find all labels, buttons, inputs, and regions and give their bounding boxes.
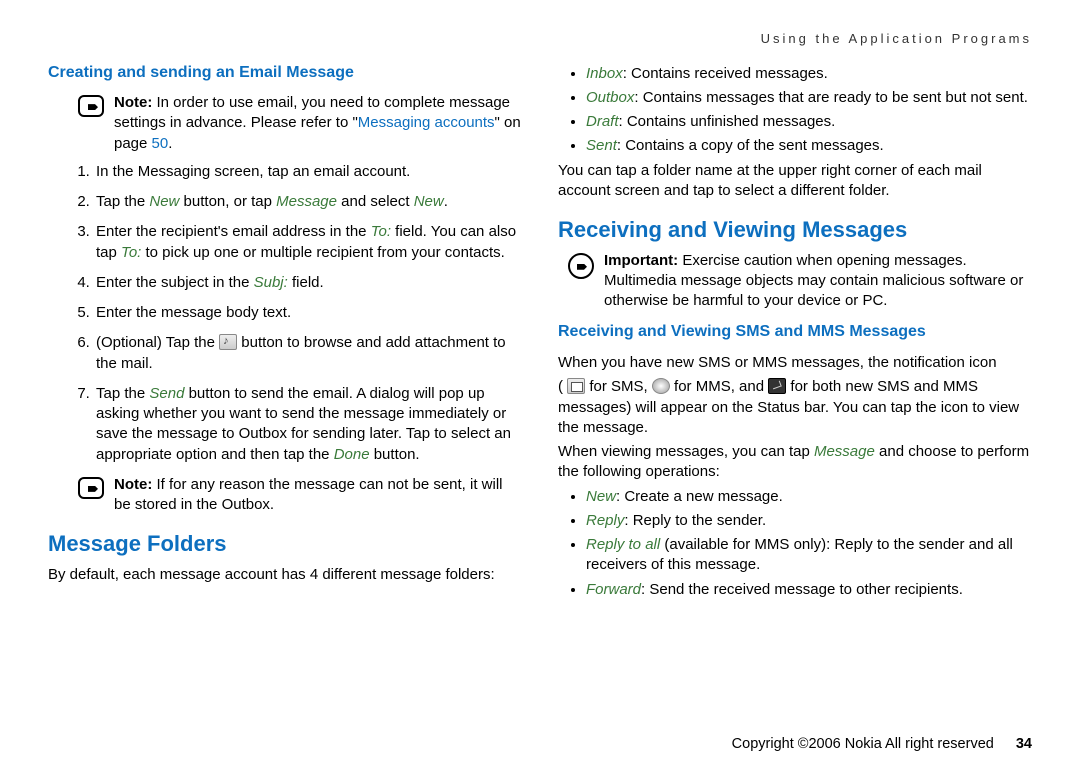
t: : Contains unfinished messages.: [619, 113, 836, 130]
step-3: Enter the recipient's email address in t…: [94, 222, 522, 263]
term-message: Message: [276, 193, 337, 210]
sms-para-1: When you have new SMS or MMS messages, t…: [558, 353, 1032, 373]
sms-para-icons: ( for SMS, for MMS, and for both new SMS…: [558, 377, 1032, 438]
heading-creating-email: Creating and sending an Email Message: [48, 62, 522, 84]
t: .: [444, 193, 448, 210]
note-text: Note: In order to use email, you need to…: [114, 93, 522, 154]
note-outbox: Note: If for any reason the message can …: [78, 475, 522, 516]
note-icon: [78, 95, 104, 117]
term-subj: Subj:: [254, 274, 288, 291]
folder-sent: Sent: Contains a copy of the sent messag…: [586, 136, 1032, 156]
right-column: Inbox: Contains received messages. Outbo…: [558, 62, 1032, 604]
step-2: Tap the New button, or tap Message and s…: [94, 192, 522, 212]
left-column: Creating and sending an Email Message No…: [48, 62, 522, 604]
t: button, or tap: [179, 193, 276, 210]
t: : Create a new message.: [616, 488, 783, 505]
op-new: New: Create a new message.: [586, 487, 1032, 507]
page-footer: Copyright ©2006 Nokia All right reserved…: [732, 735, 1032, 755]
important-caution: Important: Exercise caution when opening…: [568, 251, 1032, 312]
t: : Contains messages that are ready to be…: [634, 89, 1028, 106]
t: : Reply to the sender.: [624, 512, 766, 529]
folders-list: Inbox: Contains received messages. Outbo…: [558, 64, 1032, 157]
term-new2: New: [414, 193, 444, 210]
term-inbox: Inbox: [586, 65, 623, 82]
running-header: Using the Application Programs: [48, 30, 1032, 48]
term-to: To:: [371, 223, 391, 240]
operations-list: New: Create a new message. Reply: Reply …: [558, 487, 1032, 600]
important-label: Important:: [604, 252, 678, 269]
attachment-icon: [219, 334, 237, 350]
t: : Send the received message to other rec…: [641, 581, 963, 598]
content-columns: Creating and sending an Email Message No…: [48, 62, 1032, 604]
note-label: Note:: [114, 476, 152, 493]
note-body: If for any reason the message can not be…: [114, 476, 503, 513]
note-text: Note: If for any reason the message can …: [114, 475, 522, 516]
t: Enter the recipient's email address in t…: [96, 223, 371, 240]
note-label: Note:: [114, 94, 152, 111]
term-message: Message: [814, 443, 875, 460]
t: Enter the subject in the: [96, 274, 254, 291]
folder-outbox: Outbox: Contains messages that are ready…: [586, 88, 1032, 108]
term-to2: To:: [121, 244, 141, 261]
t: (Optional) Tap the: [96, 334, 219, 351]
page-number: 34: [1016, 736, 1032, 752]
important-icon: [568, 253, 594, 279]
mms-icon: [652, 378, 670, 394]
note-email-setup: Note: In order to use email, you need to…: [78, 93, 522, 154]
term-send: Send: [149, 385, 184, 402]
step-7: Tap the Send button to send the email. A…: [94, 384, 522, 465]
t: (: [558, 378, 567, 395]
step-6: (Optional) Tap the button to browse and …: [94, 333, 522, 374]
step-1: In the Messaging screen, tap an email ac…: [94, 162, 522, 182]
t: field.: [288, 274, 324, 291]
term-forward: Forward: [586, 581, 641, 598]
step-5: Enter the message body text.: [94, 303, 522, 323]
op-reply: Reply: Reply to the sender.: [586, 511, 1032, 531]
term-new: New: [586, 488, 616, 505]
heading-message-folders: Message Folders: [48, 529, 522, 559]
note-end: .: [168, 135, 172, 152]
note-icon: [78, 477, 104, 499]
term-outbox: Outbox: [586, 89, 634, 106]
folders-post: You can tap a folder name at the upper r…: [558, 161, 1032, 202]
t: : Contains received messages.: [623, 65, 828, 82]
t: for MMS, and: [670, 378, 768, 395]
sms-icon: [567, 378, 585, 394]
t: and select: [337, 193, 414, 210]
folder-draft: Draft: Contains unfinished messages.: [586, 112, 1032, 132]
folders-intro: By default, each message account has 4 d…: [48, 565, 522, 585]
t: : Contains a copy of the sent messages.: [617, 137, 884, 154]
term-draft: Draft: [586, 113, 619, 130]
folder-inbox: Inbox: Contains received messages.: [586, 64, 1032, 84]
step-4: Enter the subject in the Subj: field.: [94, 273, 522, 293]
term-sent: Sent: [586, 137, 617, 154]
t: Tap the: [96, 385, 149, 402]
link-messaging-accounts[interactable]: Messaging accounts: [358, 114, 495, 131]
copyright: Copyright ©2006 Nokia All right reserved: [732, 736, 994, 752]
term-reply: Reply: [586, 512, 624, 529]
important-text: Important: Exercise caution when opening…: [604, 251, 1032, 312]
t: button.: [370, 446, 420, 463]
sms-mms-icon: [768, 378, 786, 394]
heading-sms-mms: Receiving and Viewing SMS and MMS Messag…: [558, 321, 1032, 343]
t: to pick up one or multiple recipient fro…: [141, 244, 505, 261]
t: for SMS,: [585, 378, 652, 395]
t: Tap the: [96, 193, 149, 210]
sms-para-2: When viewing messages, you can tap Messa…: [558, 442, 1032, 483]
t: When viewing messages, you can tap: [558, 443, 814, 460]
heading-receiving-viewing: Receiving and Viewing Messages: [558, 215, 1032, 245]
term-reply-all: Reply to all: [586, 536, 660, 553]
term-done: Done: [334, 446, 370, 463]
op-forward: Forward: Send the received message to ot…: [586, 580, 1032, 600]
term-new: New: [149, 193, 179, 210]
email-steps-list: In the Messaging screen, tap an email ac…: [48, 162, 522, 465]
link-page-50[interactable]: 50: [152, 135, 169, 152]
op-reply-all: Reply to all (available for MMS only): R…: [586, 535, 1032, 576]
